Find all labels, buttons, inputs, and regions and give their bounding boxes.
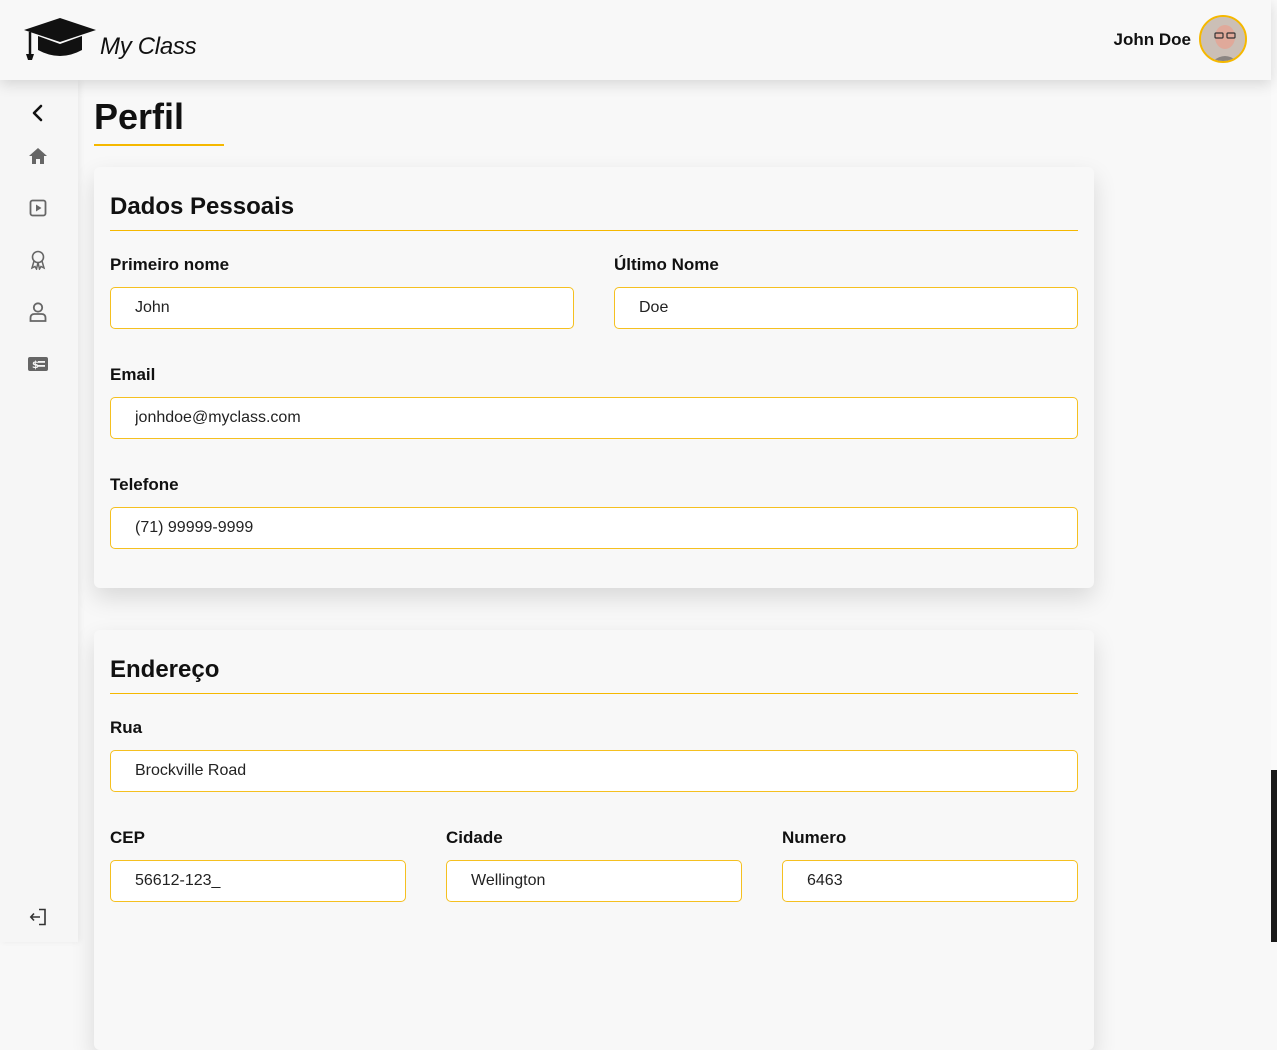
first-name-label: Primeiro nome — [110, 255, 230, 274]
section-divider — [110, 693, 1078, 694]
last-name-input[interactable] — [614, 287, 1078, 329]
user-icon[interactable] — [27, 301, 49, 323]
scrollbar-track — [1271, 770, 1277, 942]
user-name[interactable]: John Doe — [1114, 30, 1191, 50]
sidebar: $ — [0, 80, 78, 942]
page-scrollbar[interactable] — [1271, 0, 1277, 942]
first-name-input[interactable] — [110, 287, 574, 329]
personal-data-card: Dados Pessoais Primeiro nome Último Nome… — [94, 167, 1094, 588]
app-name: My Class — [100, 32, 197, 60]
chevron-left-icon[interactable] — [27, 102, 49, 124]
home-icon[interactable] — [27, 145, 49, 167]
title-underline — [94, 144, 224, 146]
personal-data-title: Dados Pessoais — [110, 193, 295, 220]
app-logo[interactable]: My Class — [22, 16, 197, 67]
section-divider — [110, 230, 1078, 231]
logout-icon[interactable] — [27, 906, 49, 928]
address-title: Endereço — [110, 656, 220, 683]
street-field[interactable] — [110, 750, 1078, 792]
avatar[interactable] — [1199, 15, 1247, 63]
last-name-label: Último Nome — [614, 255, 719, 274]
cep-field[interactable] — [110, 860, 406, 902]
cep-label: CEP — [110, 828, 145, 847]
scrollbar-thumb[interactable] — [1271, 0, 1277, 770]
address-card: Endereço Rua CEP Cidade Numero — [94, 630, 1094, 1050]
number-field[interactable] — [782, 860, 1078, 902]
award-ribbon-icon[interactable] — [27, 249, 49, 271]
email-field[interactable] — [110, 397, 1078, 439]
street-label: Rua — [110, 718, 143, 737]
graduation-cap-icon — [22, 16, 98, 67]
svg-text:$: $ — [32, 360, 39, 371]
phone-label: Telefone — [110, 475, 179, 494]
number-label: Numero — [782, 828, 847, 847]
page-title: Perfil — [94, 96, 185, 137]
city-label: Cidade — [446, 828, 503, 847]
email-label: Email — [110, 365, 156, 384]
play-square-icon[interactable] — [27, 197, 49, 219]
money-card-icon[interactable]: $ — [27, 353, 49, 375]
top-bar: My Class John Doe — [0, 0, 1271, 80]
phone-field[interactable] — [110, 507, 1078, 549]
city-field[interactable] — [446, 860, 742, 902]
